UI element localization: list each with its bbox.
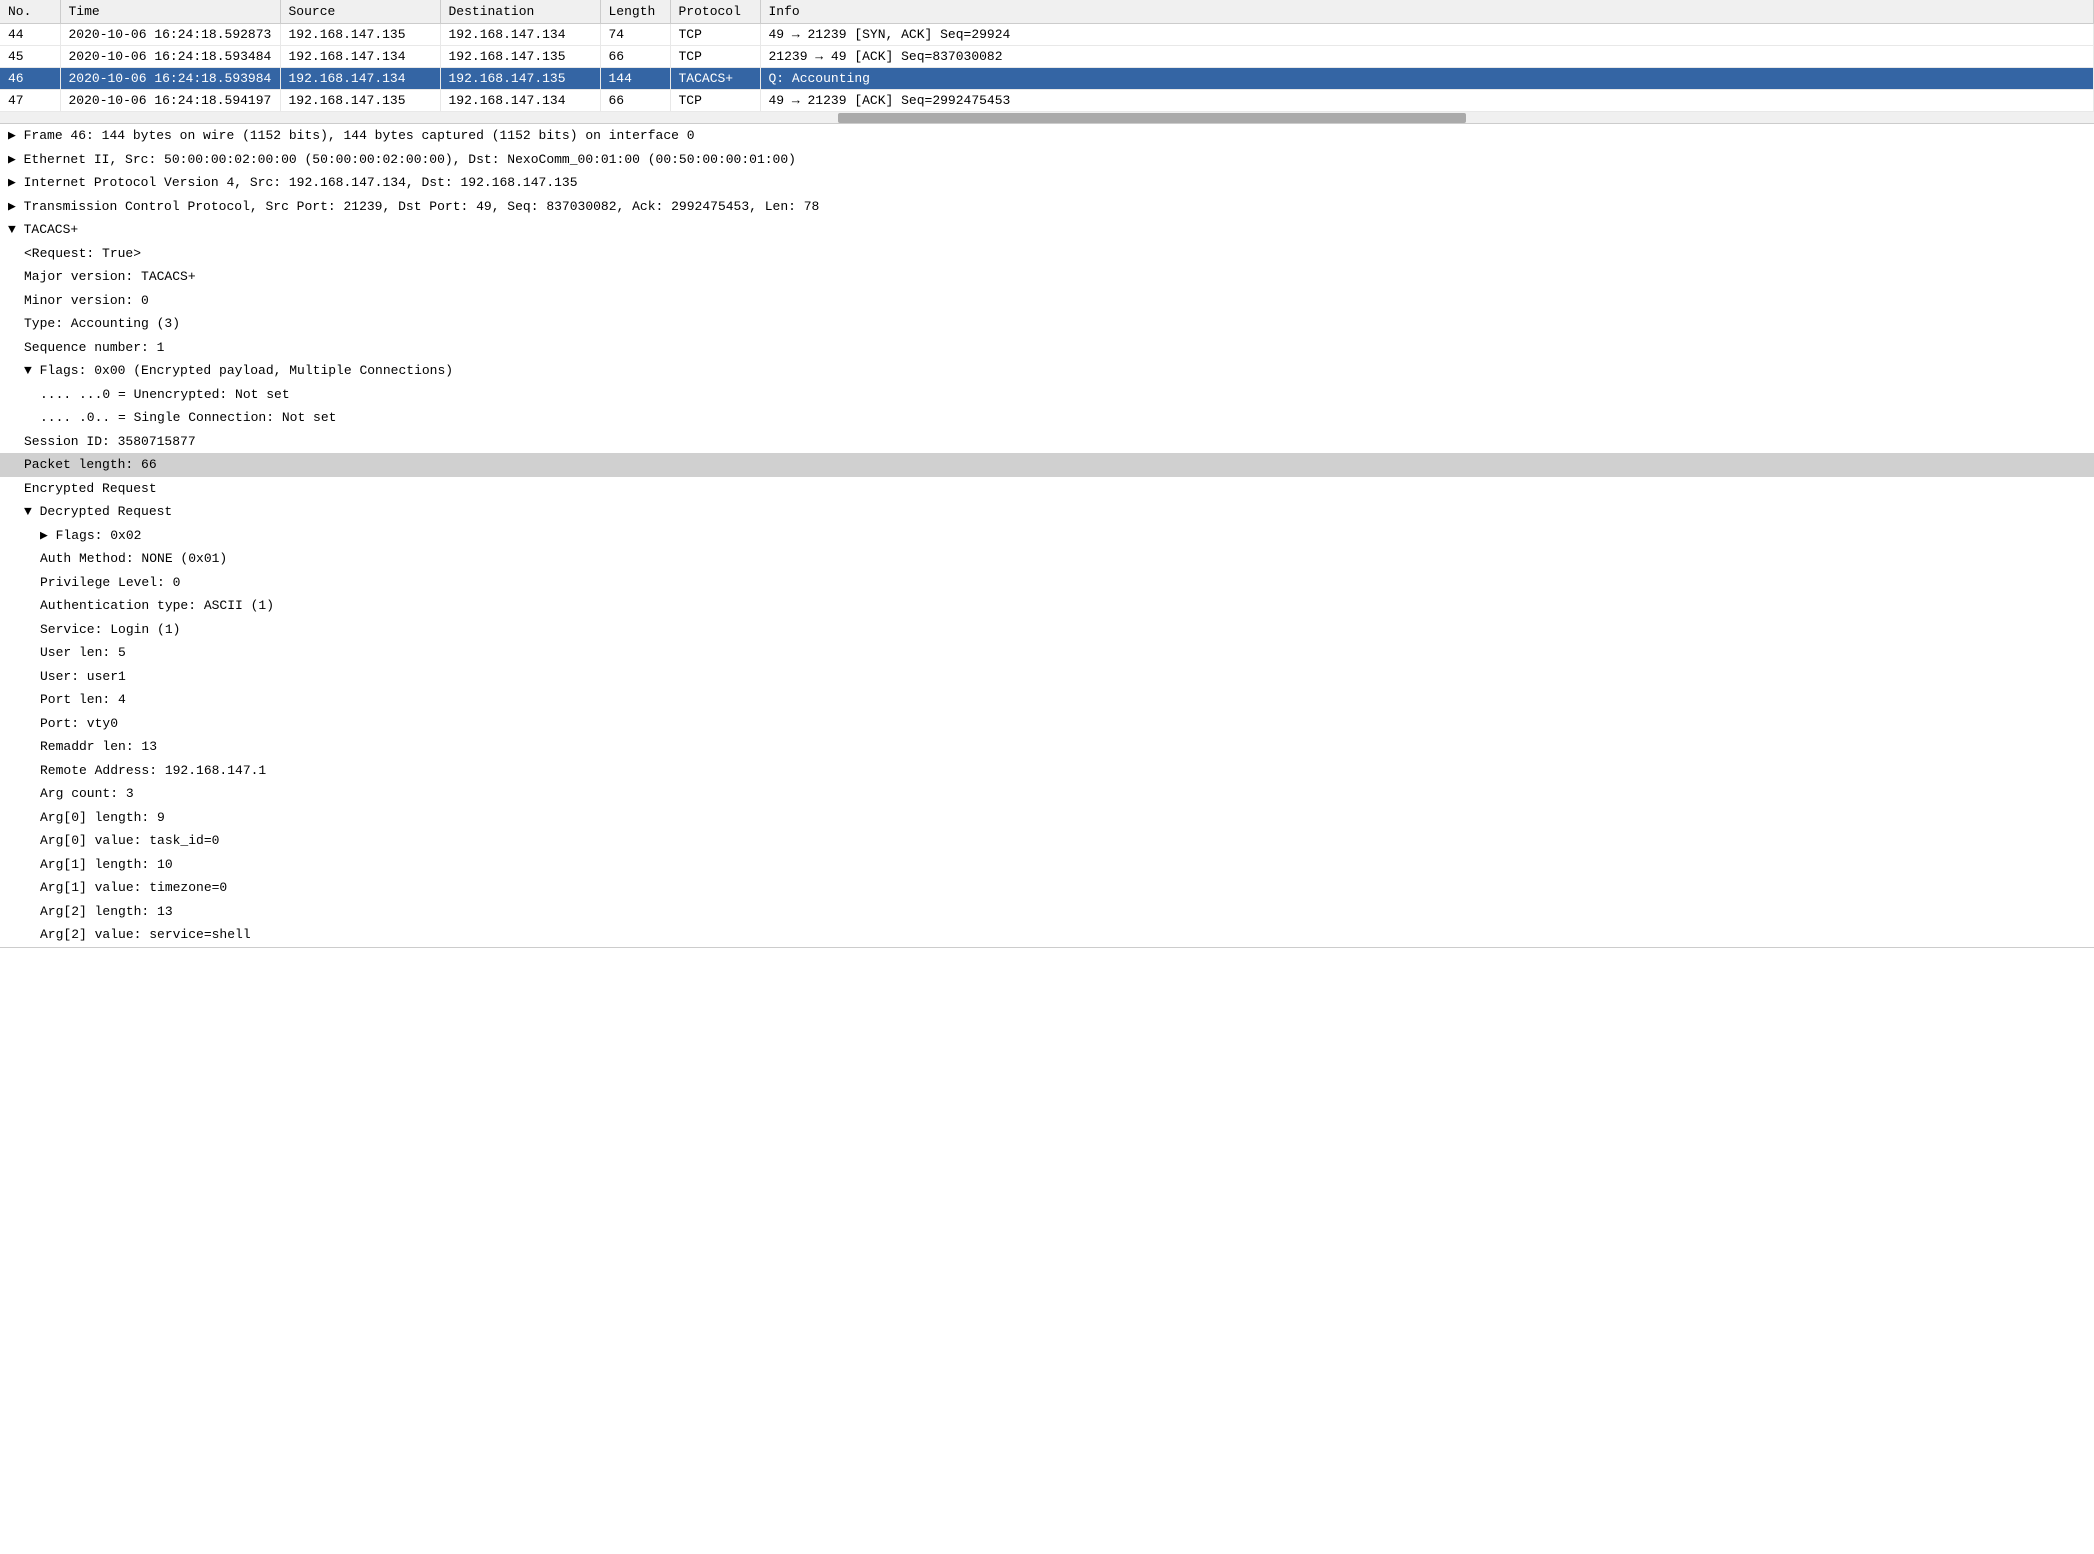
detail-line[interactable]: Encrypted Request bbox=[0, 477, 2094, 501]
detail-line[interactable]: Privilege Level: 0 bbox=[0, 571, 2094, 595]
detail-line[interactable]: Minor version: 0 bbox=[0, 289, 2094, 313]
packet-list: No. Time Source Destination Length Proto… bbox=[0, 0, 2094, 124]
detail-line[interactable]: ▼ Decrypted Request bbox=[0, 500, 2094, 524]
detail-line[interactable]: ▶ Internet Protocol Version 4, Src: 192.… bbox=[0, 171, 2094, 195]
scrollbar-thumb[interactable] bbox=[838, 113, 1466, 123]
detail-line[interactable]: Packet length: 66 bbox=[0, 453, 2094, 477]
detail-line[interactable]: User len: 5 bbox=[0, 641, 2094, 665]
detail-line[interactable]: ▶ Transmission Control Protocol, Src Por… bbox=[0, 195, 2094, 219]
detail-line[interactable]: Arg[0] length: 9 bbox=[0, 806, 2094, 830]
col-header-length[interactable]: Length bbox=[600, 0, 670, 24]
detail-line[interactable]: ▼ TACACS+ bbox=[0, 218, 2094, 242]
detail-line[interactable]: <Request: True> bbox=[0, 242, 2094, 266]
detail-line[interactable]: Sequence number: 1 bbox=[0, 336, 2094, 360]
detail-line[interactable]: Service: Login (1) bbox=[0, 618, 2094, 642]
table-row[interactable]: 452020-10-06 16:24:18.593484192.168.147.… bbox=[0, 46, 2094, 68]
detail-line[interactable]: ▼ Flags: 0x00 (Encrypted payload, Multip… bbox=[0, 359, 2094, 383]
detail-line[interactable]: Port: vty0 bbox=[0, 712, 2094, 736]
col-header-protocol[interactable]: Protocol bbox=[670, 0, 760, 24]
detail-line[interactable]: Arg[1] length: 10 bbox=[0, 853, 2094, 877]
detail-line[interactable]: Arg[1] value: timezone=0 bbox=[0, 876, 2094, 900]
table-row[interactable]: 472020-10-06 16:24:18.594197192.168.147.… bbox=[0, 90, 2094, 112]
detail-line[interactable]: Type: Accounting (3) bbox=[0, 312, 2094, 336]
detail-line[interactable]: Remaddr len: 13 bbox=[0, 735, 2094, 759]
detail-line[interactable]: Major version: TACACS+ bbox=[0, 265, 2094, 289]
col-header-source[interactable]: Source bbox=[280, 0, 440, 24]
table-row[interactable]: 442020-10-06 16:24:18.592873192.168.147.… bbox=[0, 24, 2094, 46]
detail-line[interactable]: .... ...0 = Unencrypted: Not set bbox=[0, 383, 2094, 407]
detail-line[interactable]: User: user1 bbox=[0, 665, 2094, 689]
detail-line[interactable]: Arg[2] length: 13 bbox=[0, 900, 2094, 924]
detail-line[interactable]: Arg[0] value: task_id=0 bbox=[0, 829, 2094, 853]
detail-line[interactable]: Arg[2] value: service=shell bbox=[0, 923, 2094, 947]
detail-line[interactable]: ▶ Frame 46: 144 bytes on wire (1152 bits… bbox=[0, 124, 2094, 148]
col-header-time[interactable]: Time bbox=[60, 0, 280, 24]
packet-detail: ▶ Frame 46: 144 bytes on wire (1152 bits… bbox=[0, 124, 2094, 948]
detail-line[interactable]: Session ID: 3580715877 bbox=[0, 430, 2094, 454]
table-row[interactable]: 462020-10-06 16:24:18.593984192.168.147.… bbox=[0, 68, 2094, 90]
detail-line[interactable]: .... .0.. = Single Connection: Not set bbox=[0, 406, 2094, 430]
horizontal-scrollbar[interactable] bbox=[0, 112, 2094, 124]
col-header-no[interactable]: No. bbox=[0, 0, 60, 24]
packet-table: No. Time Source Destination Length Proto… bbox=[0, 0, 2094, 112]
detail-line[interactable]: Port len: 4 bbox=[0, 688, 2094, 712]
detail-line[interactable]: Auth Method: NONE (0x01) bbox=[0, 547, 2094, 571]
detail-line[interactable]: Arg count: 3 bbox=[0, 782, 2094, 806]
col-header-info[interactable]: Info bbox=[760, 0, 2094, 24]
table-header-row: No. Time Source Destination Length Proto… bbox=[0, 0, 2094, 24]
detail-line[interactable]: Authentication type: ASCII (1) bbox=[0, 594, 2094, 618]
detail-line[interactable]: Remote Address: 192.168.147.1 bbox=[0, 759, 2094, 783]
detail-line[interactable]: ▶ Ethernet II, Src: 50:00:00:02:00:00 (5… bbox=[0, 148, 2094, 172]
detail-line[interactable]: ▶ Flags: 0x02 bbox=[0, 524, 2094, 548]
col-header-destination[interactable]: Destination bbox=[440, 0, 600, 24]
